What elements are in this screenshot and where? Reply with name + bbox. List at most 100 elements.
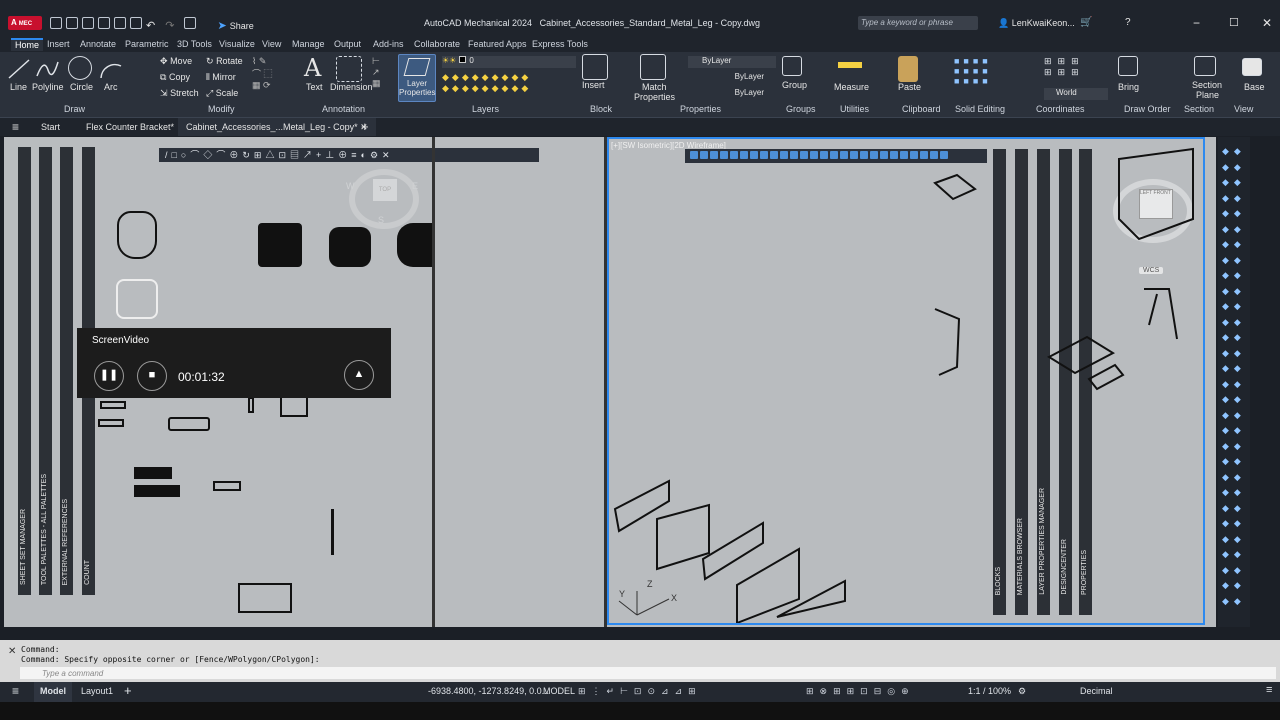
help-icon[interactable]: ? [1125,17,1131,28]
layout-menu-icon[interactable]: ≡ [12,684,19,698]
mirror-button[interactable]: ⫴ Mirror [206,72,236,83]
layers-panel-label[interactable]: Layers [472,104,499,114]
redo-icon[interactable]: ↷ [165,20,174,32]
group-icon[interactable] [782,56,802,76]
command-input[interactable]: Type a command [20,667,1276,679]
tab-featured-apps[interactable]: Featured Apps [468,39,527,49]
layer-dropdown[interactable]: ☀☀ 0 [442,56,576,68]
utilities-panel-label[interactable]: Utilities [840,104,869,114]
share-icon[interactable]: ➤ [218,20,227,32]
model-tab[interactable]: Model [34,682,72,702]
doc-tab-flex[interactable]: Flex Counter Bracket* [86,122,174,132]
undo-icon[interactable]: ↶ [146,20,155,32]
lineweight-dropdown[interactable]: ByLayer [688,88,776,100]
viewport-divider-1[interactable] [432,137,435,627]
cart-icon[interactable]: 🛒 [1080,17,1092,28]
base-button[interactable]: Base [1244,82,1265,92]
save-as-icon[interactable] [98,17,110,29]
circle-icon[interactable] [68,56,92,80]
base-view-icon[interactable] [1242,58,1262,76]
palette-sheet-set-manager[interactable]: SHEET SET MANAGER [18,147,31,595]
polyline-button[interactable]: Polyline [32,82,64,92]
text-button[interactable]: Text [306,82,323,92]
measure-button[interactable]: Measure [834,82,869,92]
text-icon[interactable]: A [304,54,321,82]
model-space-button[interactable]: MODEL [543,686,575,696]
tab-annotate[interactable]: Annotate [80,39,116,49]
draw-order-panel-label[interactable]: Draw Order [1124,104,1171,114]
copy-button[interactable]: ⧉ Copy [160,72,190,83]
rotate-button[interactable]: ↻ Rotate [206,56,243,67]
polyline-icon[interactable] [34,56,60,82]
solid-editing-panel-label[interactable]: Solid Editing [955,104,1005,114]
annotation-panel-label[interactable]: Annotation [322,104,365,114]
section-plane-label-1[interactable]: Section [1192,80,1222,90]
share-button[interactable]: Share [230,21,254,31]
save-icon[interactable] [82,17,94,29]
tab-collaborate[interactable]: Collaborate [414,39,460,49]
ucs-dropdown[interactable]: World [1044,88,1108,100]
section-panel-label[interactable]: Section [1184,104,1214,114]
stop-button[interactable]: ■ [137,361,167,391]
viewcube-top-face[interactable]: TOP [373,179,397,201]
block-panel-label[interactable]: Block [590,104,612,114]
tab-view[interactable]: View [262,39,281,49]
scale-button[interactable]: ⤢ Scale [206,88,238,99]
tab-express-tools[interactable]: Express Tools [532,39,588,49]
tab-manage[interactable]: Manage [292,39,325,49]
command-close-icon[interactable]: ✕ [8,646,16,657]
new-tab-button[interactable]: + [361,119,369,134]
coordinates-panel-label[interactable]: Coordinates [1036,104,1085,114]
customize-icon[interactable]: ≡ [1266,684,1272,696]
line-button[interactable]: Line [10,82,27,92]
units-dropdown[interactable]: Decimal [1080,686,1113,696]
annotation-scale[interactable]: 1:1 / 100% [968,686,1011,696]
match-properties-icon[interactable] [640,54,666,80]
dimension-button[interactable]: Dimension [330,82,373,92]
groups-panel-label[interactable]: Groups [786,104,816,114]
tab-3d-tools[interactable]: 3D Tools [177,39,212,49]
app-logo[interactable]: A MEC [8,16,42,30]
tab-output[interactable]: Output [334,39,361,49]
dimension-icon[interactable] [336,56,362,82]
settings-icon[interactable]: ⚙ [1018,686,1026,697]
share-tools-icon[interactable] [184,17,197,29]
draw-panel-label[interactable]: Draw [64,104,85,114]
group-button[interactable]: Group [782,80,807,90]
arc-button[interactable]: Arc [104,82,118,92]
layer-properties-button[interactable]: Layer Properties [398,54,436,102]
match-properties-label-1[interactable]: Match [642,82,667,92]
color-dropdown[interactable]: ByLayer [688,56,776,68]
properties-panel-label[interactable]: Properties [680,104,721,114]
pause-button[interactable]: ❚❚ [94,361,124,391]
measure-icon[interactable] [838,62,862,68]
palette-external-references[interactable]: EXTERNAL REFERENCES [60,147,73,595]
viewport-right[interactable]: [+][SW Isometric][2D Wireframe] BLOCKS M… [607,137,1205,625]
insert-icon[interactable] [582,54,608,80]
minimize-button[interactable]: − [1193,16,1200,30]
menu-icon[interactable]: ≡ [12,120,19,134]
modify-panel-label[interactable]: Modify [208,104,235,114]
doc-tab-start[interactable]: Start [41,122,60,132]
move-button[interactable]: ✥ Move [160,56,192,67]
search-input[interactable]: Type a keyword or phrase [858,16,978,30]
close-button[interactable]: ✕ [1262,16,1272,30]
paste-icon[interactable] [898,56,918,82]
clipboard-panel-label[interactable]: Clipboard [902,104,941,114]
layout1-tab[interactable]: Layout1 [81,686,113,696]
section-plane-icon[interactable] [1194,56,1216,76]
section-plane-label-2[interactable]: Plane [1196,90,1219,100]
palette-tool-palettes[interactable]: TOOL PALETTES - ALL PALETTES [39,147,52,595]
circle-button[interactable]: Circle [70,82,93,92]
view-panel-label[interactable]: View [1234,104,1253,114]
expand-button[interactable]: ▲ [344,360,374,390]
stretch-button[interactable]: ⇲ Stretch [160,88,199,99]
line-icon[interactable] [6,56,32,82]
insert-button[interactable]: Insert [582,80,605,90]
paste-button[interactable]: Paste [898,82,921,92]
linetype-dropdown[interactable]: ByLayer [688,72,776,84]
bring-icon[interactable] [1118,56,1138,76]
coordinates-readout[interactable]: -6938.4800, -1273.8249, 0.0... [428,686,549,696]
open-icon[interactable] [66,17,78,29]
add-layout-button[interactable]: + [124,683,132,698]
